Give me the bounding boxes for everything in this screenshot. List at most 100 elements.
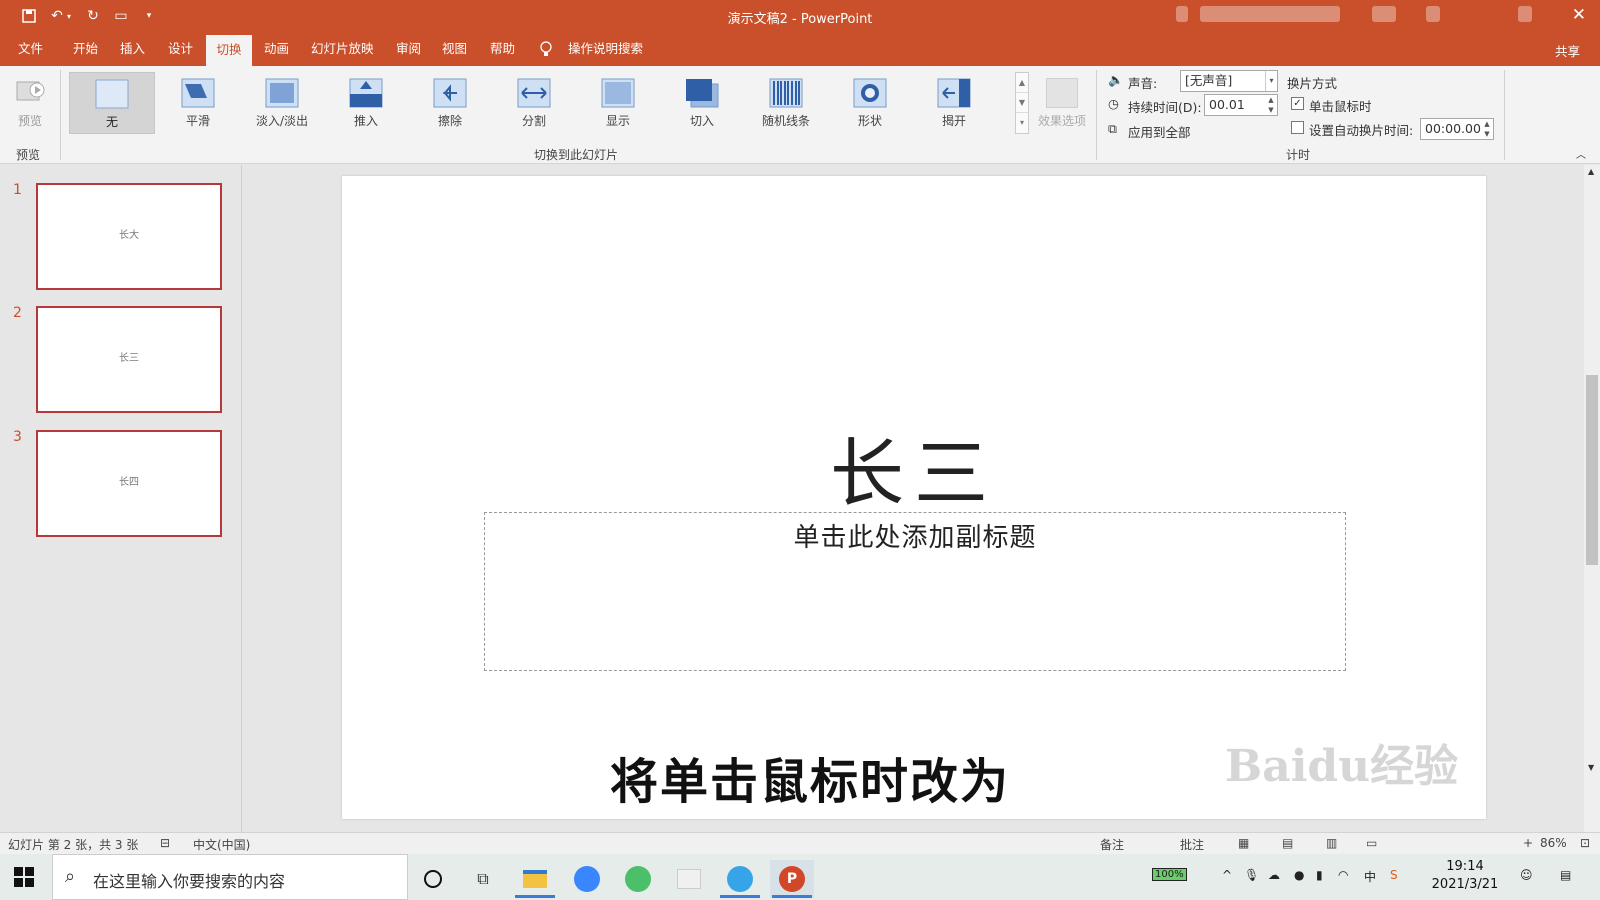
tab-insert[interactable]: 插入 [112,32,153,66]
powerpoint-icon[interactable]: P [770,860,814,898]
tab-transitions[interactable]: 切换 [206,35,252,66]
collapse-ribbon-icon[interactable]: ︿ [1576,146,1586,161]
tab-home[interactable]: 开始 [65,32,106,66]
effect-options-button[interactable]: 效果选项 [1034,72,1090,134]
video-caption: 将单击鼠标时改为 [609,754,1010,810]
vertical-scrollbar[interactable]: ▲ ▼ [1584,165,1600,832]
wifi-icon[interactable]: ◠ [1338,868,1348,882]
on-click-label: 单击鼠标时 [1309,99,1372,114]
push-icon [349,78,383,108]
taskbar-search[interactable]: ⌕ 在这里输入你要搜索的内容 [52,854,408,900]
transition-reveal[interactable]: 显示 [578,72,658,134]
tab-view[interactable]: 视图 [434,32,475,66]
auto-advance-stepper[interactable]: ▲ ▼ [1481,119,1493,139]
transition-wipe[interactable]: 擦除 [410,72,490,134]
ime-indicator[interactable]: 中 [1364,868,1376,885]
transition-fade[interactable]: 淡入/淡出 [242,72,322,134]
chevron-up-icon[interactable]: ^ [1222,868,1232,882]
slide-number: 2 [13,305,22,321]
fit-slide-icon[interactable]: ⊡ [1580,836,1590,850]
auto-advance-checkbox[interactable] [1291,121,1304,134]
tab-animations[interactable]: 动画 [256,32,297,66]
duration-stepper[interactable]: ▲ ▼ [1265,95,1277,115]
people-icon[interactable]: ☺ [1520,868,1533,882]
random-bars-icon [769,78,803,108]
normal-view-icon[interactable]: ▦ [1238,836,1249,850]
effect-options-icon [1046,78,1078,108]
clock[interactable]: 19:14 2021/3/21 [1420,858,1510,894]
clock-icon: ◷ [1108,96,1119,111]
transition-morph[interactable]: 平滑 [158,72,238,134]
on-click-checkbox[interactable]: ✓ [1291,97,1304,110]
wipe-icon [433,78,467,108]
transition-push[interactable]: 推入 [326,72,406,134]
transition-random-bars[interactable]: 随机线条 [746,72,826,134]
tab-design[interactable]: 设计 [160,32,201,66]
tab-help[interactable]: 帮助 [482,32,523,66]
preview-button[interactable]: 预览 [8,72,52,134]
share-button[interactable]: 共享 [1555,41,1580,60]
cloud-icon[interactable]: ☁ [1268,868,1280,882]
apply-to-all-button[interactable]: 应用到全部 [1128,122,1191,141]
tab-file[interactable]: 文件 [10,32,51,66]
media-app-icon[interactable] [667,860,711,898]
notification-icon[interactable]: ▤ [1560,868,1571,882]
blurred-account [1200,6,1340,22]
advance-slide-title: 换片方式 [1287,76,1338,91]
lightbulb-icon [540,41,552,56]
gallery-more-icon[interactable]: ▾ [1016,113,1028,133]
reading-view-icon[interactable]: ▥ [1326,836,1337,850]
cortana-icon[interactable] [411,860,455,898]
transition-split[interactable]: 分割 [494,72,574,134]
slide-thumbnail[interactable]: 长大 [36,183,222,290]
window-title: 演示文稿2 - PowerPoint [727,12,873,27]
slide-sorter-icon[interactable]: ▤ [1282,836,1293,850]
reveal-icon [601,78,635,108]
task-view-icon[interactable]: ⧉ [461,860,505,898]
language-indicator[interactable]: 中文(中国) [193,836,250,853]
slide-thumbnail-selected[interactable]: 长三 [36,306,222,413]
scroll-thumb[interactable] [1586,375,1598,565]
qq-icon[interactable]: ● [1294,868,1304,882]
browser-icon[interactable] [718,860,762,898]
watermark: Baidu经验 [1225,741,1459,792]
app-l-icon[interactable] [565,860,609,898]
windows-start-icon[interactable] [14,867,34,887]
spellcheck-icon[interactable]: ⊟ [160,836,170,850]
slideshow-view-icon[interactable]: ▭ [1366,836,1377,850]
microphone-icon[interactable]: 🎙 [1244,868,1259,882]
battery-icon[interactable]: ▮ [1316,868,1323,882]
transition-cut[interactable]: 切入 [662,72,742,134]
zoom-in-icon[interactable]: + [1523,836,1533,850]
zoom-level[interactable]: 86% [1540,836,1567,850]
battery-indicator[interactable]: 100% [1152,868,1187,881]
duration-input[interactable]: 00.01 ▲ ▼ [1204,94,1278,116]
tab-review[interactable]: 审阅 [388,32,429,66]
auto-advance-label: 设置自动换片时间: [1309,123,1414,138]
slide-thumbnail[interactable]: 长四 [36,430,222,537]
auto-advance-time-input[interactable]: 00:00.00 ▲ ▼ [1420,118,1494,140]
transition-uncover[interactable]: 揭开 [914,72,994,134]
notes-button[interactable]: 备注 [1100,836,1124,853]
sogou-icon[interactable]: S [1390,868,1398,882]
gallery-up-icon[interactable]: ▲ [1016,73,1028,93]
blurred-account [1372,6,1396,22]
tell-me-search[interactable]: 操作说明搜索 [560,32,651,66]
transition-shape[interactable]: 形状 [830,72,910,134]
scroll-up-icon[interactable]: ▲ [1588,167,1594,176]
gallery-down-icon[interactable]: ▼ [1016,93,1028,113]
sound-select[interactable]: [无声音] ▾ [1180,70,1278,92]
chevron-down-icon[interactable]: ▾ [1265,71,1277,91]
slide-canvas[interactable]: 长三 单击此处添加副标题 [342,176,1486,819]
close-button[interactable]: ✕ [1572,5,1586,25]
tab-slideshow[interactable]: 幻灯片放映 [303,32,382,66]
scroll-down-icon[interactable]: ▼ [1588,763,1594,772]
subtitle-placeholder[interactable]: 单击此处添加副标题 [484,512,1346,671]
sound-icon: 🔈 [1108,72,1124,87]
gallery-scroll[interactable]: ▲ ▼ ▾ [1015,72,1029,134]
transition-none[interactable]: 无 [69,72,155,134]
file-explorer-icon[interactable] [513,860,557,898]
bulb-app-icon[interactable] [616,860,660,898]
slide-title[interactable]: 长三 [342,414,1486,521]
comments-button[interactable]: 批注 [1180,836,1204,853]
